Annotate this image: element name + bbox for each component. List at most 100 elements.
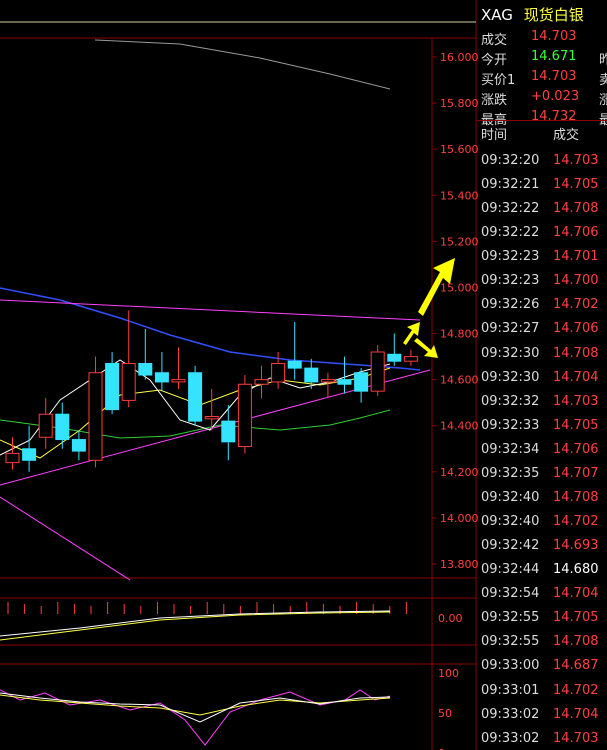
quote-row: 涨跌 +0.023 涨 (481, 86, 607, 108)
quote-panel: XAG 现货白银 成交 14.703 今开 14.671 昨买价1 14.703 卖涨跌 +0… (477, 0, 607, 750)
tick-time: 09:33:02 (481, 706, 540, 722)
instrument-code: XAG (481, 6, 513, 24)
tick-time: 09:33:01 (481, 682, 540, 698)
candle-body[interactable] (271, 363, 286, 383)
tick-time: 09:32:40 (481, 514, 540, 530)
tick-time: 09:32:27 (481, 321, 540, 337)
kdj-panel: 100500 (0, 667, 459, 750)
tick-time: 09:32:30 (481, 345, 540, 361)
tick-row: 09:33:02 14.704 (477, 703, 607, 727)
tick-time: 09:32:23 (481, 273, 540, 289)
axis-label: 15.200 (440, 235, 478, 248)
candle-body[interactable] (55, 413, 70, 441)
tick-time: 09:32:26 (481, 297, 540, 313)
candle-body[interactable] (88, 372, 103, 461)
candle-body[interactable] (221, 420, 236, 443)
candle-body[interactable] (71, 439, 86, 452)
candle-body[interactable] (403, 356, 418, 362)
tick-price: 14.708 (553, 634, 599, 650)
axis-label: 16.000 (440, 51, 478, 64)
tick-price: 14.705 (553, 417, 599, 433)
quote-divider (477, 120, 607, 121)
candle-body[interactable] (237, 383, 252, 447)
candle-body[interactable] (121, 363, 136, 401)
ma-blue-line (0, 287, 421, 371)
instrument-title: XAG 现货白银 (481, 4, 584, 25)
axis-label: 14.400 (440, 420, 478, 433)
tick-time: 09:32:33 (481, 417, 540, 433)
tick-row: 09:32:26 14.702 (477, 293, 607, 317)
tick-row: 09:33:02 14.703 (477, 727, 607, 750)
tick-row: 09:32:35 14.707 (477, 462, 607, 486)
tick-time: 09:32:40 (481, 489, 540, 505)
quote-row: 今开 14.671 昨 (481, 46, 607, 68)
quote-row: 买价1 14.703 卖 (481, 66, 607, 88)
candle-body[interactable] (188, 372, 203, 422)
instrument-name: 现货白银 (523, 6, 584, 24)
quote-value: 14.703 (531, 29, 577, 44)
candle-body[interactable] (370, 351, 385, 392)
tick-row: 09:33:01 14.702 (477, 679, 607, 703)
quote-row: 成交 14.703 (481, 26, 607, 48)
candle-body[interactable] (154, 372, 169, 383)
tick-time: 09:32:22 (481, 225, 540, 241)
axis-label: 15.600 (440, 143, 478, 156)
tick-row: 09:32:32 14.703 (477, 390, 607, 414)
candle-body[interactable] (5, 452, 20, 464)
candle-body[interactable] (171, 379, 186, 383)
candle-body[interactable] (38, 413, 53, 438)
tick-price: 14.687 (553, 658, 599, 674)
tick-row: 09:32:30 14.708 (477, 342, 607, 366)
tick-row: 09:32:54 14.704 (477, 582, 607, 606)
candle-body[interactable] (22, 448, 37, 461)
candle-body[interactable] (204, 416, 219, 420)
kdj-axis-label: 50 (438, 707, 452, 720)
quote-label-2: 最 (599, 113, 607, 128)
candle-body[interactable] (254, 379, 269, 385)
tick-price: 14.707 (553, 465, 599, 481)
tick-time: 09:32:32 (481, 393, 540, 409)
trend-line-upper (0, 299, 421, 321)
tick-price: 14.708 (553, 489, 599, 505)
candle-body[interactable] (354, 372, 369, 392)
candle-body[interactable] (304, 367, 319, 383)
tick-row: 09:32:40 14.708 (477, 486, 607, 510)
ma-long-line (94, 39, 391, 90)
tick-time: 09:32:23 (481, 249, 540, 265)
tick-row: 09:33:00 14.687 (477, 654, 607, 678)
candle-body[interactable] (387, 353, 402, 362)
tick-time: 09:32:55 (481, 610, 540, 626)
kdj-j-line (0, 689, 391, 746)
axis-label: 13.800 (440, 558, 478, 571)
macd-panel: 0.00 (0, 602, 463, 641)
tick-row: 09:32:21 14.705 (477, 173, 607, 197)
axis-label: 14.600 (440, 374, 478, 387)
tick-time: 09:32:20 (481, 153, 540, 168)
tick-time: 09:32:34 (481, 441, 540, 457)
tick-price: 14.704 (553, 586, 599, 602)
tick-price: 14.705 (553, 177, 599, 193)
tick-price: 14.706 (553, 441, 599, 457)
tick-row: 09:32:22 14.708 (477, 197, 607, 221)
tick-price: 14.702 (553, 514, 599, 530)
kline-chart[interactable]: 16.000 15.800 15.600 15.400 15.200 15.000 14.8… (0, 0, 478, 750)
axis-label: 14.800 (440, 328, 478, 341)
tick-time: 09:32:54 (481, 586, 540, 602)
candle-body[interactable] (320, 379, 335, 383)
tick-time: 09:32:55 (481, 634, 540, 650)
tick-time: 09:32:21 (481, 177, 540, 193)
candle-body[interactable] (138, 363, 153, 376)
candle-body[interactable] (337, 379, 352, 385)
tick-row: 09:32:44 14.680 (477, 558, 607, 582)
tick-price: 14.693 (553, 538, 599, 554)
macd-axis-label: 0.00 (438, 612, 463, 625)
tick-time: 09:32:22 (481, 201, 540, 217)
candles[interactable] (5, 310, 418, 472)
candle-body[interactable] (105, 363, 120, 411)
tick-time: 09:32:44 (481, 562, 540, 578)
axis-label: 15.800 (440, 97, 478, 110)
candle-body[interactable] (287, 360, 302, 369)
annotation-arrows (403, 258, 455, 358)
kdj-k-line (0, 692, 391, 723)
tick-price: 14.702 (553, 297, 599, 313)
